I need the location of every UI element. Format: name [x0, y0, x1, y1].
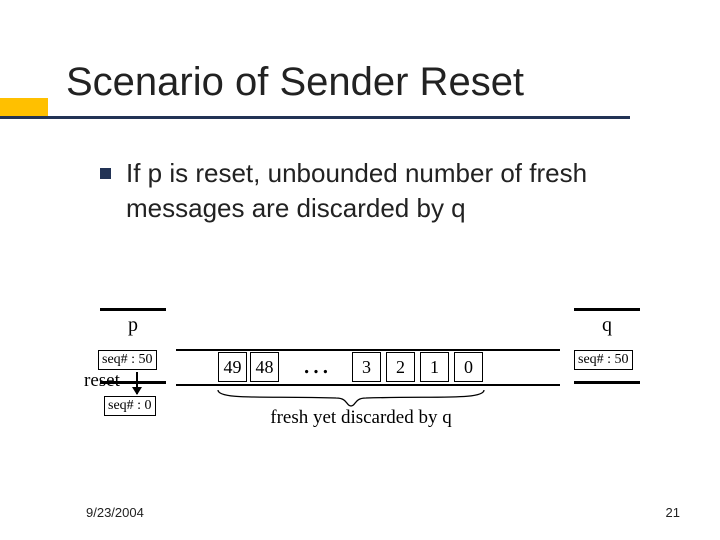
- seq-p-before: seq# : 50: [98, 350, 157, 370]
- rule: [100, 308, 166, 311]
- message-box: 3: [352, 352, 381, 382]
- slide: Scenario of Sender Reset If p is reset, …: [0, 0, 720, 540]
- channel-top-rule: [176, 349, 560, 351]
- footer-date: 9/23/2004: [86, 505, 144, 520]
- process-p-label: p: [100, 314, 166, 337]
- process-q-label: q: [574, 314, 640, 337]
- channel-bottom-rule: [176, 384, 560, 386]
- slide-title: Scenario of Sender Reset: [66, 60, 524, 105]
- message-box: 1: [420, 352, 449, 382]
- arrow-down-icon: [136, 372, 138, 394]
- ellipsis: …: [302, 349, 330, 381]
- brace-icon: [216, 388, 486, 408]
- rule: [574, 308, 640, 311]
- message-box: 0: [454, 352, 483, 382]
- bullet-item: If p is reset, unbounded number of fresh…: [126, 156, 646, 226]
- rule: [574, 381, 640, 384]
- reset-label: reset: [84, 370, 120, 392]
- footer-page-number: 21: [666, 505, 680, 520]
- message-box: 49: [218, 352, 247, 382]
- accent-bar: [0, 98, 48, 116]
- process-q: q: [574, 308, 640, 384]
- message-box: 48: [250, 352, 279, 382]
- bullet-text: If p is reset, unbounded number of fresh…: [126, 156, 646, 226]
- message-box: 2: [386, 352, 415, 382]
- seq-q: seq# : 50: [574, 350, 633, 370]
- bullet-square-icon: [100, 168, 111, 179]
- seq-p-after: seq# : 0: [104, 396, 156, 416]
- brace-caption: fresh yet discarded by q: [256, 407, 466, 429]
- title-underline: [0, 116, 630, 119]
